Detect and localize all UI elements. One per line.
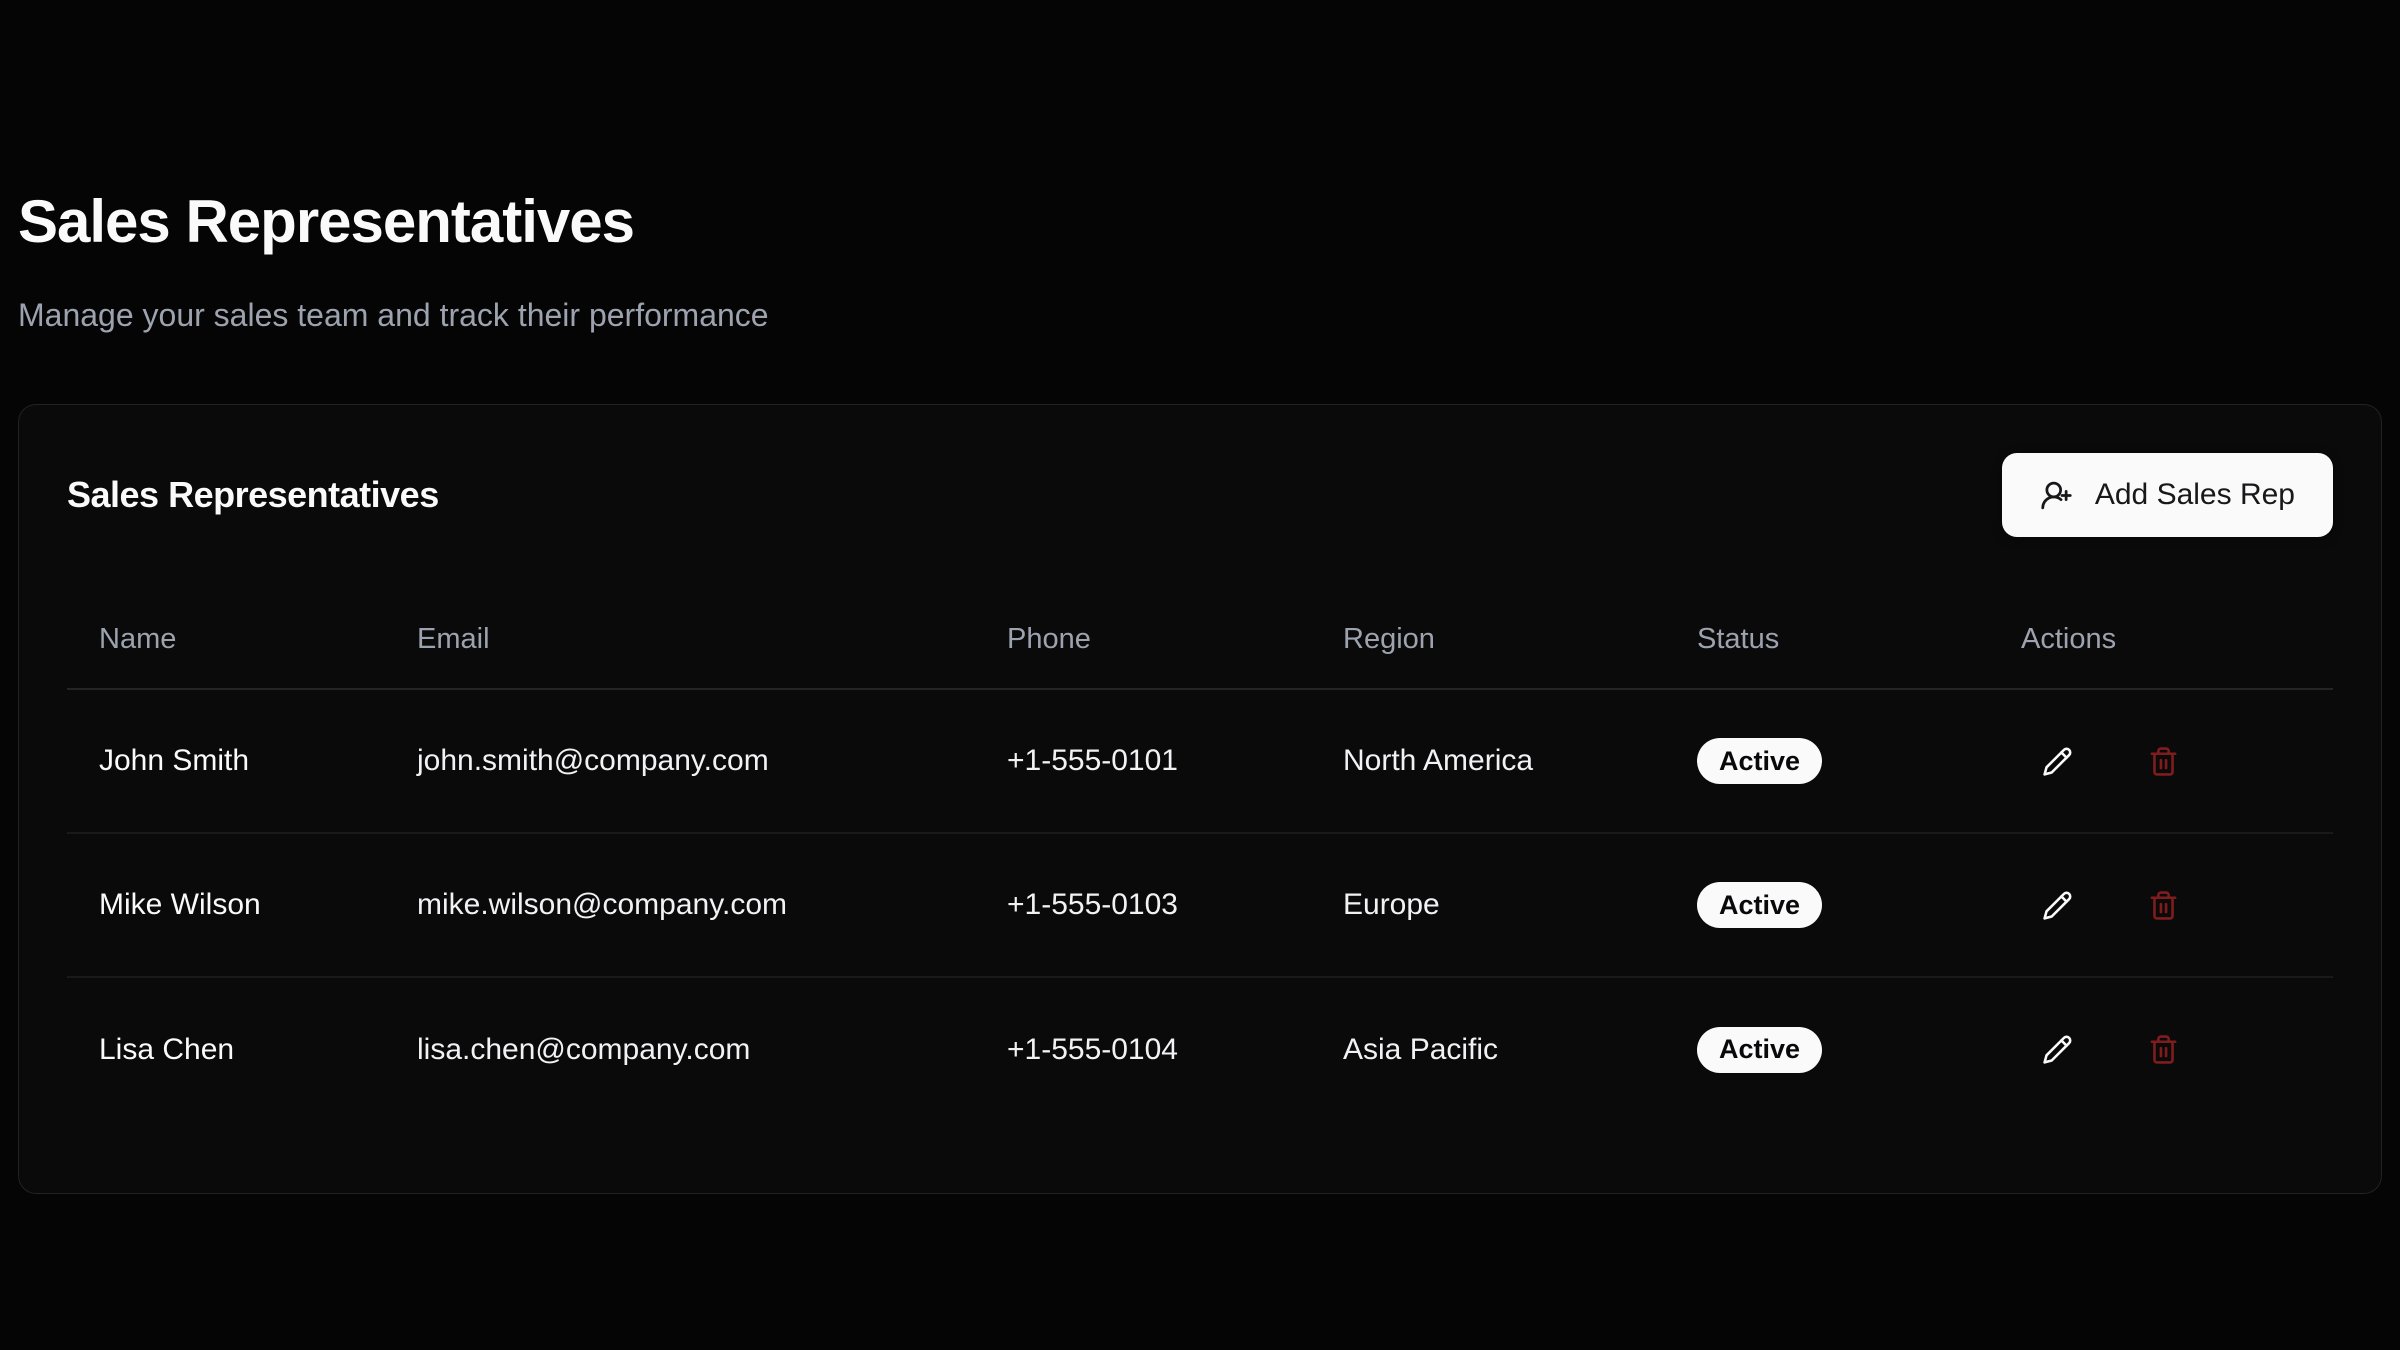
cell-region: Asia Pacific xyxy=(1311,977,1665,1121)
page-subtitle: Manage your sales team and track their p… xyxy=(18,294,2382,336)
sales-reps-card: Sales Representatives Add Sales Rep xyxy=(18,404,2382,1194)
cell-email: mike.wilson@company.com xyxy=(385,833,975,977)
status-badge: Active xyxy=(1697,738,1822,784)
cell-status: Active xyxy=(1665,689,1989,833)
cell-status: Active xyxy=(1665,833,1989,977)
row-actions xyxy=(2021,877,2301,933)
table-row: John Smith john.smith@company.com +1-555… xyxy=(67,689,2333,833)
edit-button[interactable] xyxy=(2029,733,2085,789)
card-title: Sales Representatives xyxy=(67,473,439,517)
cell-actions xyxy=(1989,689,2333,833)
cell-region: North America xyxy=(1311,689,1665,833)
trash-icon xyxy=(2148,890,2179,921)
column-header-actions: Actions xyxy=(1989,589,2333,689)
page-title: Sales Representatives xyxy=(18,0,2382,252)
sales-reps-table: Name Email Phone Region Status Actions J… xyxy=(67,589,2333,1121)
card-header: Sales Representatives Add Sales Rep xyxy=(19,405,2381,537)
trash-icon xyxy=(2148,1034,2179,1065)
delete-button[interactable] xyxy=(2135,1022,2191,1078)
cell-actions xyxy=(1989,833,2333,977)
table-row: Mike Wilson mike.wilson@company.com +1-5… xyxy=(67,833,2333,977)
add-sales-rep-button[interactable]: Add Sales Rep xyxy=(2002,453,2333,537)
edit-button[interactable] xyxy=(2029,877,2085,933)
pencil-icon xyxy=(2042,746,2073,777)
column-header-name: Name xyxy=(67,589,385,689)
add-sales-rep-label: Add Sales Rep xyxy=(2095,478,2295,512)
cell-actions xyxy=(1989,977,2333,1121)
user-plus-icon xyxy=(2040,479,2073,512)
delete-button[interactable] xyxy=(2135,733,2191,789)
cell-phone: +1-555-0103 xyxy=(975,833,1311,977)
pencil-icon xyxy=(2042,890,2073,921)
pencil-icon xyxy=(2042,1034,2073,1065)
cell-phone: +1-555-0101 xyxy=(975,689,1311,833)
table-body: John Smith john.smith@company.com +1-555… xyxy=(67,689,2333,1121)
table-wrap: Name Email Phone Region Status Actions J… xyxy=(19,589,2381,1193)
page: Sales Representatives Manage your sales … xyxy=(0,0,2400,1194)
cell-region: Europe xyxy=(1311,833,1665,977)
column-header-email: Email xyxy=(385,589,975,689)
cell-name: Lisa Chen xyxy=(67,977,385,1121)
cell-name: John Smith xyxy=(67,689,385,833)
table-row: Lisa Chen lisa.chen@company.com +1-555-0… xyxy=(67,977,2333,1121)
cell-email: john.smith@company.com xyxy=(385,689,975,833)
row-actions xyxy=(2021,733,2301,789)
cell-email: lisa.chen@company.com xyxy=(385,977,975,1121)
delete-button[interactable] xyxy=(2135,877,2191,933)
cell-name: Mike Wilson xyxy=(67,833,385,977)
column-header-status: Status xyxy=(1665,589,1989,689)
column-header-phone: Phone xyxy=(975,589,1311,689)
trash-icon xyxy=(2148,746,2179,777)
status-badge: Active xyxy=(1697,1027,1822,1073)
cell-phone: +1-555-0104 xyxy=(975,977,1311,1121)
status-badge: Active xyxy=(1697,882,1822,928)
column-header-region: Region xyxy=(1311,589,1665,689)
row-actions xyxy=(2021,1022,2301,1078)
edit-button[interactable] xyxy=(2029,1022,2085,1078)
table-header-row: Name Email Phone Region Status Actions xyxy=(67,589,2333,689)
cell-status: Active xyxy=(1665,977,1989,1121)
